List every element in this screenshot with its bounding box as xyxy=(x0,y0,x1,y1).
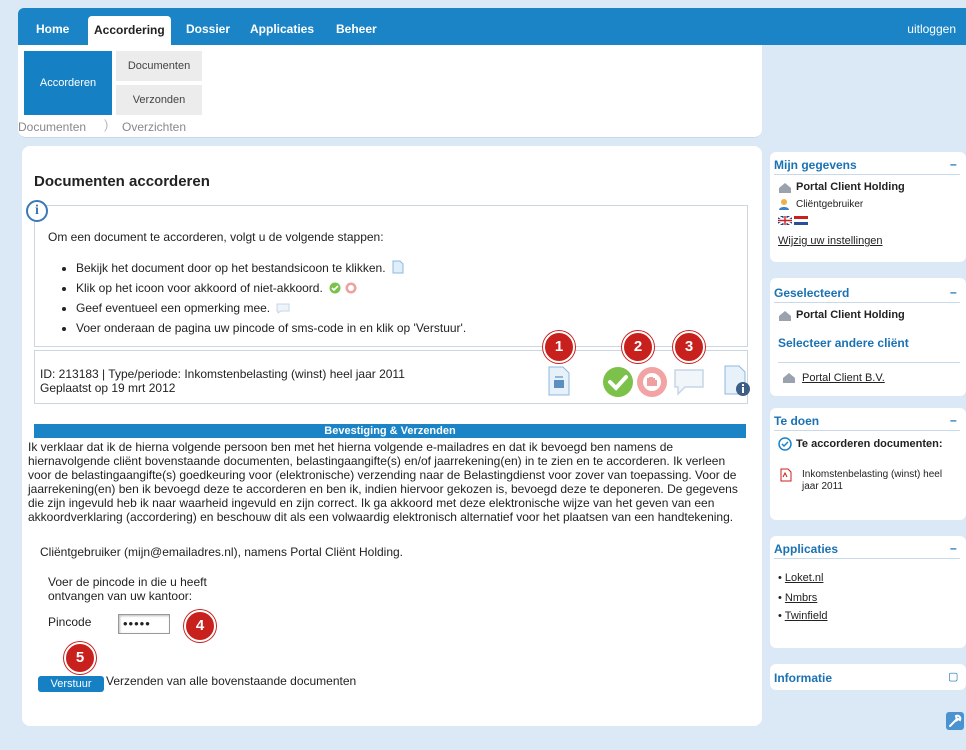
divider xyxy=(774,558,960,559)
tab-beheer[interactable]: Beheer xyxy=(336,22,377,36)
app-link-nmbrs[interactable]: Nmbrs xyxy=(785,592,817,604)
reject-icon xyxy=(345,282,356,294)
todo-heading: Te accorderen documenten: xyxy=(796,438,943,450)
collapse-toggle[interactable]: – xyxy=(950,413,957,427)
step-text: Voer onderaan de pagina uw pincode of sm… xyxy=(76,321,467,335)
step-text: Geef eventueel een opmerking mee. xyxy=(76,301,271,315)
sub-navigation: Accorderen Documenten Verzonden Document… xyxy=(18,45,762,138)
wrench-button[interactable] xyxy=(946,712,964,730)
expand-toggle[interactable]: ▢ xyxy=(948,670,958,683)
pin-label: Pincode xyxy=(48,615,92,629)
document-icon xyxy=(392,260,404,274)
collapse-toggle[interactable]: – xyxy=(950,541,957,555)
list-item: • Twinfield xyxy=(778,610,828,622)
document-info: ID: 213183 | Type/periode: Inkomstenbela… xyxy=(40,367,405,381)
user-line: Cliëntgebruiker (mijn@emailadres.nl), na… xyxy=(40,545,403,559)
select-client-link[interactable]: Selecteer andere cliënt xyxy=(778,336,909,350)
step-badge-3: 3 xyxy=(673,331,705,363)
confirmation-header: Bevestiging & Verzenden xyxy=(34,424,746,438)
panel-applicaties: Applicaties – • Loket.nl • Nmbrs • Twinf… xyxy=(770,536,966,648)
house-icon xyxy=(779,311,791,321)
instructions-intro: Om een document te accorderen, volgt u d… xyxy=(48,230,384,244)
company-name: Portal Client Holding xyxy=(796,309,905,321)
comment-icon[interactable] xyxy=(673,368,705,396)
list-item: Geef eventueel een opmerking mee. xyxy=(76,301,716,315)
user-role: Cliëntgebruiker xyxy=(796,199,864,210)
list-item: Klik op het icoon voor akkoord of niet-a… xyxy=(76,281,716,295)
step-badge-2: 2 xyxy=(622,331,654,363)
list-item: • Loket.nl xyxy=(778,572,824,584)
list-item: • Nmbrs xyxy=(778,592,818,604)
pin-instruction-line: ontvangen van uw kantoor: xyxy=(48,589,193,603)
top-navigation: Home Accordering Dossier Applicaties Beh… xyxy=(18,8,966,45)
panel-title: Mijn gegevens xyxy=(774,158,857,172)
pin-instruction-line: Voer de pincode in die u heeft xyxy=(48,575,207,589)
verstuur-button[interactable]: Verstuur xyxy=(38,676,104,692)
app-link-loket[interactable]: Loket.nl xyxy=(785,572,824,584)
panel-title: Geselecteerd xyxy=(774,286,850,300)
panel-informatie: Informatie ▢ xyxy=(770,664,966,690)
document-date: Geplaatst op 19 mrt 2012 xyxy=(40,381,176,395)
tab-accordering[interactable]: Accordering xyxy=(88,16,171,45)
flag-uk-icon[interactable] xyxy=(778,216,792,225)
step-badge-5: 5 xyxy=(64,642,96,674)
step-text: Klik op het icoon voor akkoord of niet-a… xyxy=(76,281,323,295)
pin-instruction: Voer de pincode in die u heeft ontvangen… xyxy=(48,575,207,603)
panel-title: Applicaties xyxy=(774,542,839,556)
settings-link[interactable]: Wijzig uw instellingen xyxy=(778,235,883,247)
document-file-icon[interactable] xyxy=(548,366,570,396)
list-item: Voer onderaan de pagina uw pincode of sm… xyxy=(76,321,716,335)
tab-dossier[interactable]: Dossier xyxy=(186,22,230,36)
step-text: Bekijk het document door op het bestands… xyxy=(76,261,386,275)
info-icon: i xyxy=(26,200,48,222)
pin-input[interactable]: ••••• xyxy=(118,614,170,634)
wrench-icon xyxy=(949,714,962,727)
instructions-list: Bekijk het document door op het bestands… xyxy=(56,260,716,341)
pdf-icon xyxy=(780,468,792,482)
house-icon xyxy=(779,183,791,193)
accorderen-button[interactable]: Accorderen xyxy=(24,51,112,115)
send-description: Verzenden van alle bovenstaande document… xyxy=(106,674,357,688)
collapse-toggle[interactable]: – xyxy=(950,285,957,299)
divider xyxy=(778,362,960,363)
flag-nl-icon[interactable] xyxy=(794,216,808,225)
page-title: Documenten accorderen xyxy=(34,173,210,190)
approve-icon xyxy=(329,282,341,294)
panel-geselecteerd: Geselecteerd – Portal Client Holding Sel… xyxy=(770,278,966,396)
list-item: Bekijk het document door op het bestands… xyxy=(76,260,716,275)
section-divider: ) xyxy=(104,117,109,132)
tab-applicaties[interactable]: Applicaties xyxy=(250,22,314,36)
divider xyxy=(774,174,960,175)
panel-title: Informatie xyxy=(774,671,833,685)
reject-icon[interactable] xyxy=(636,366,668,398)
section-label-overzichten: Overzichten xyxy=(122,120,187,134)
confirmation-text: Ik verklaar dat ik de hierna volgende pe… xyxy=(28,440,738,524)
step-badge-1: 1 xyxy=(543,331,575,363)
tab-home[interactable]: Home xyxy=(36,22,69,36)
document-info-icon[interactable] xyxy=(724,365,752,397)
panel-mijn-gegevens: Mijn gegevens – Portal Client Holding Cl… xyxy=(770,152,966,262)
panel-te-doen: Te doen – Te accorderen documenten: Inko… xyxy=(770,408,966,520)
panel-title: Te doen xyxy=(774,414,820,428)
house-icon xyxy=(783,373,795,383)
approve-icon[interactable] xyxy=(602,366,634,398)
check-circle-icon xyxy=(778,437,792,451)
step-badge-4: 4 xyxy=(184,610,216,642)
section-label-documenten: Documenten xyxy=(18,120,87,134)
collapse-toggle[interactable]: – xyxy=(950,157,957,171)
comment-icon xyxy=(276,303,290,314)
user-icon xyxy=(779,199,789,210)
verzonden-button[interactable]: Verzonden xyxy=(116,85,202,115)
divider xyxy=(774,302,960,303)
divider xyxy=(774,430,960,431)
app-link-twinfield[interactable]: Twinfield xyxy=(785,610,828,622)
logout-link[interactable]: uitloggen xyxy=(907,22,956,36)
todo-item-link[interactable]: Inkomstenbelasting (winst) heel jaar 201… xyxy=(802,469,958,493)
company-name: Portal Client Holding xyxy=(796,181,905,193)
other-client-link[interactable]: Portal Client B.V. xyxy=(802,372,885,384)
documenten-button[interactable]: Documenten xyxy=(116,51,202,81)
